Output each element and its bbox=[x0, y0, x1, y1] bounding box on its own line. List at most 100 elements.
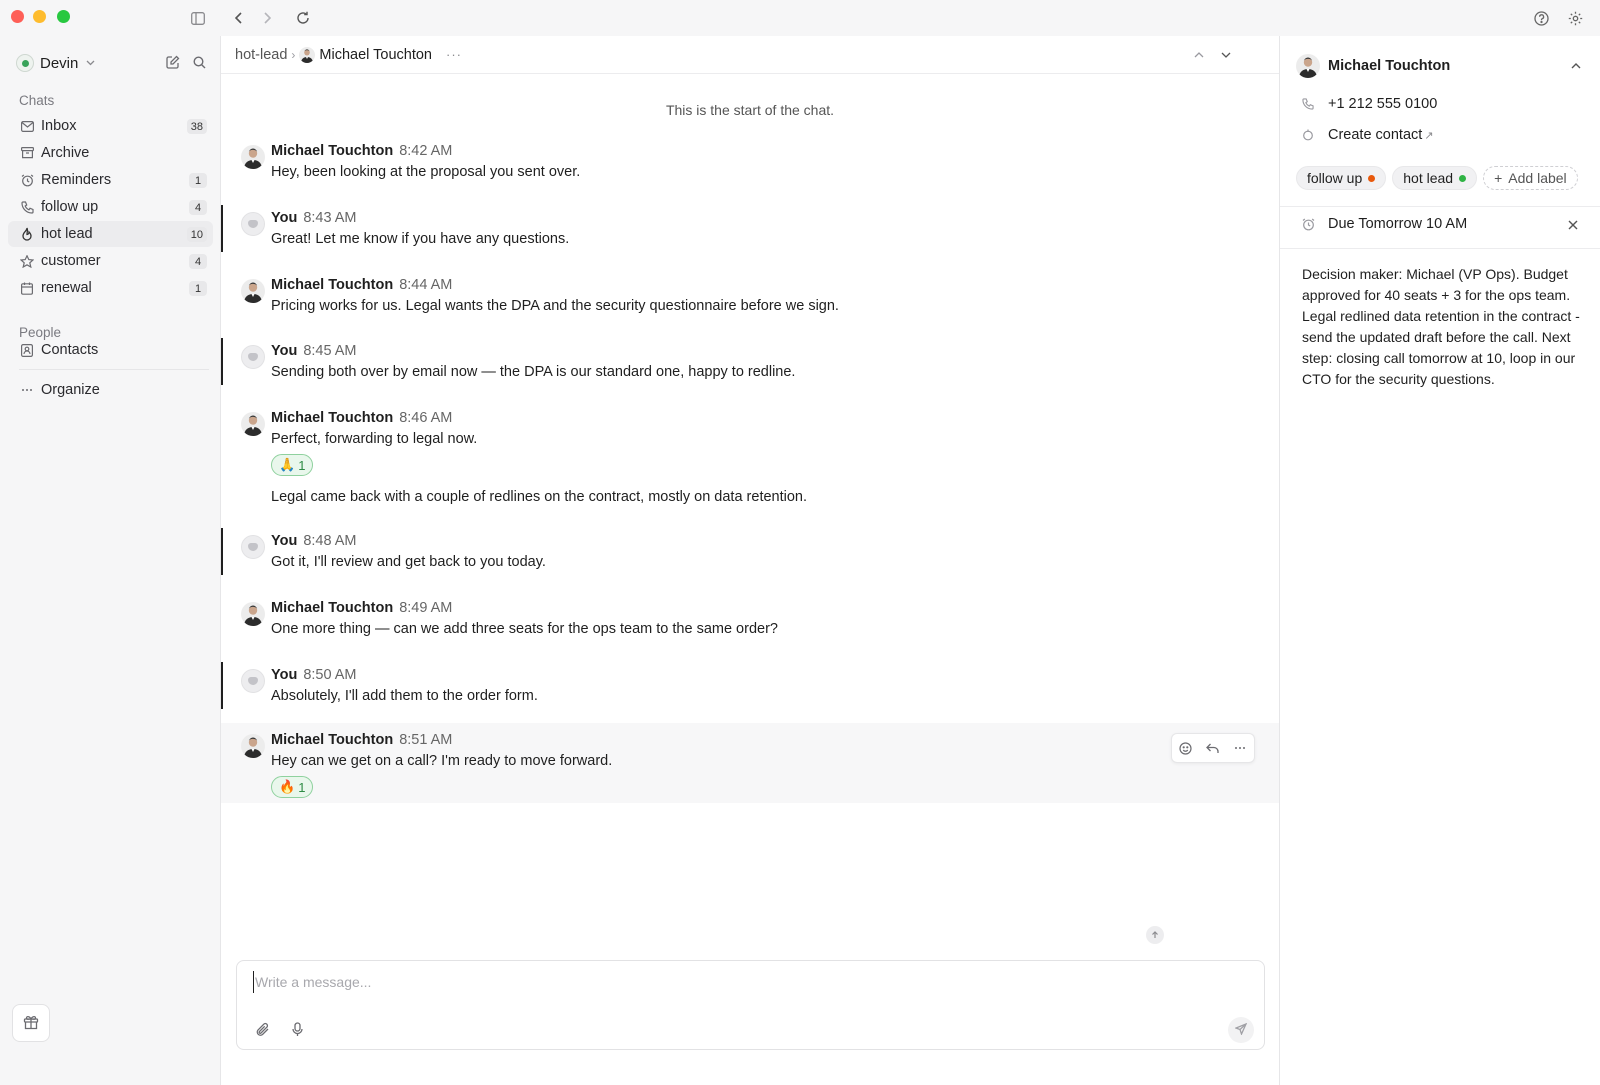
sidebar-item-label: Organize bbox=[41, 382, 100, 398]
sidebar-item-label: Archive bbox=[41, 145, 90, 161]
more-options-icon[interactable]: ··· bbox=[446, 47, 462, 62]
message-item[interactable]: Michael Touchton 8:46 AM Perfect, forward… bbox=[221, 405, 1279, 515]
reaction-chip[interactable]: 🙏 1 bbox=[271, 454, 314, 476]
account-switcher[interactable]: Devin bbox=[16, 52, 95, 74]
reaction-count: 1 bbox=[298, 457, 306, 473]
send-arrow-icon bbox=[1234, 1022, 1248, 1038]
sidebar-item-renewal[interactable]: renewal 1 bbox=[8, 275, 213, 301]
zoom-window-button[interactable] bbox=[57, 10, 70, 23]
title-bar bbox=[0, 0, 1600, 36]
phone-icon bbox=[1300, 96, 1316, 112]
message-time: 8:45 AM bbox=[303, 343, 357, 359]
sidebar-divider bbox=[19, 369, 209, 370]
sidebar-item-reminders[interactable]: Reminders 1 bbox=[8, 167, 213, 193]
message-item[interactable]: Michael Touchton 8:44 AM Pricing works fo… bbox=[221, 272, 1279, 322]
count-badge: 1 bbox=[189, 281, 207, 296]
label-text: hot lead bbox=[1403, 170, 1454, 186]
message-time: 8:43 AM bbox=[303, 210, 357, 226]
message-text: Legal came back with a couple of redline… bbox=[271, 489, 808, 505]
sender-name: You bbox=[271, 210, 298, 226]
sidebar-item-label: renewal bbox=[41, 280, 92, 296]
chevron-down-icon bbox=[86, 58, 95, 69]
message-item[interactable]: You 8:50 AM Absolutely, I'll add them to … bbox=[221, 662, 1279, 709]
message-text: Hey can we get on a call? I'm ready to m… bbox=[271, 753, 613, 769]
message-item[interactable]: You 8:48 AM Got it, I'll review and get b… bbox=[221, 528, 1279, 575]
label-chip-follow-up[interactable]: follow up bbox=[1296, 166, 1387, 190]
chat-start-note: This is the start of the chat. bbox=[665, 102, 835, 118]
create-contact-link[interactable]: Create contact ↗ bbox=[1300, 127, 1434, 143]
avatar bbox=[241, 734, 265, 758]
sidebar-item-follow-up[interactable]: follow up 4 bbox=[8, 194, 213, 220]
more-options-icon[interactable] bbox=[1231, 739, 1249, 757]
forward-arrow-icon[interactable] bbox=[257, 8, 277, 28]
reaction-emoji: 🔥 bbox=[279, 779, 296, 794]
calendar-icon bbox=[19, 280, 35, 296]
star-icon bbox=[19, 253, 35, 269]
close-icon[interactable] bbox=[1566, 218, 1580, 232]
archive-icon bbox=[19, 145, 35, 161]
reminder-row[interactable]: Due Tomorrow 10 AM bbox=[1300, 216, 1467, 232]
contact-card-icon bbox=[19, 342, 35, 358]
label-color-dot bbox=[1459, 174, 1467, 182]
contact-phone-row[interactable]: +1 212 555 0100 bbox=[1300, 96, 1437, 112]
sender-name: Michael Touchton bbox=[271, 732, 394, 748]
attachment-paperclip-icon[interactable] bbox=[253, 1019, 273, 1039]
message-item[interactable]: Michael Touchton 8:42 AM Hey, been lookin… bbox=[221, 138, 1279, 188]
label-chip-hot-lead[interactable]: hot lead bbox=[1392, 166, 1478, 190]
message-item[interactable]: Michael Touchton 8:51 AM Hey can we get o… bbox=[221, 723, 1279, 803]
alarm-clock-icon bbox=[19, 172, 35, 188]
panel-divider bbox=[1280, 248, 1600, 249]
sidebar-item-organize[interactable]: Organize bbox=[8, 377, 213, 403]
refresh-icon[interactable] bbox=[293, 8, 313, 28]
search-icon[interactable] bbox=[190, 53, 208, 71]
message-item[interactable]: You 8:45 AM Sending both over by email no… bbox=[221, 338, 1279, 385]
compose-icon[interactable] bbox=[164, 53, 182, 71]
scroll-up-arrow-icon[interactable] bbox=[1146, 926, 1164, 944]
message-composer bbox=[236, 960, 1265, 1050]
sidebar-item-archive[interactable]: Archive bbox=[8, 140, 213, 166]
chevron-down-icon[interactable] bbox=[1218, 47, 1234, 63]
reminder-text: Due Tomorrow 10 AM bbox=[1328, 216, 1468, 232]
message-text: Got it, I'll review and get back to you … bbox=[271, 554, 546, 570]
message-item[interactable]: You 8:43 AM Great! Let me know if you hav… bbox=[221, 205, 1279, 252]
sidebar-item-hot-lead[interactable]: hot lead 10 bbox=[8, 221, 213, 247]
message-item[interactable]: Michael Touchton 8:49 AM One more thing —… bbox=[221, 595, 1279, 645]
sidebar-item-inbox[interactable]: Inbox 38 bbox=[8, 113, 213, 139]
message-time: 8:50 AM bbox=[303, 667, 357, 683]
contact-notes[interactable]: Decision maker: Michael (VP Ops). Budget… bbox=[1302, 264, 1586, 390]
microphone-icon[interactable] bbox=[287, 1019, 307, 1039]
minimize-window-button[interactable] bbox=[33, 10, 46, 23]
sidebar-item-customer[interactable]: customer 4 bbox=[8, 248, 213, 274]
chevron-right-icon: › bbox=[291, 47, 296, 62]
settings-gear-icon[interactable] bbox=[1565, 8, 1585, 28]
sidebar-toggle-icon[interactable] bbox=[188, 8, 208, 28]
more-dots-icon bbox=[19, 382, 35, 398]
label-list: follow up hot lead + Add label bbox=[1296, 166, 1578, 190]
count-badge: 10 bbox=[186, 227, 207, 242]
contact-header: Michael Touchton bbox=[1296, 54, 1450, 78]
emoji-reaction-icon[interactable] bbox=[1177, 739, 1195, 757]
sidebar-item-contacts[interactable]: Contacts bbox=[8, 337, 213, 363]
add-label-button[interactable]: + Add label bbox=[1483, 166, 1578, 190]
message-text: One more thing — can we add three seats … bbox=[271, 621, 778, 637]
gift-button[interactable] bbox=[12, 1004, 50, 1042]
avatar bbox=[241, 145, 265, 169]
chevron-up-icon[interactable] bbox=[1191, 47, 1207, 63]
contact-phone: +1 212 555 0100 bbox=[1328, 96, 1438, 112]
sidebar-item-label: customer bbox=[41, 253, 101, 269]
breadcrumb-parent[interactable]: hot-lead bbox=[235, 47, 287, 63]
reply-icon[interactable] bbox=[1204, 739, 1222, 757]
avatar bbox=[1296, 54, 1320, 78]
create-contact-label: Create contact bbox=[1328, 127, 1423, 143]
gift-icon bbox=[23, 1014, 39, 1033]
help-icon[interactable] bbox=[1531, 8, 1551, 28]
reaction-chip[interactable]: 🔥 1 bbox=[271, 776, 314, 798]
avatar bbox=[241, 412, 265, 436]
reaction-emoji: 🙏 bbox=[279, 457, 296, 472]
sidebar-item-label: hot lead bbox=[41, 226, 93, 242]
send-button[interactable] bbox=[1228, 1017, 1254, 1043]
back-arrow-icon[interactable] bbox=[229, 8, 249, 28]
message-input[interactable] bbox=[253, 971, 1153, 993]
close-window-button[interactable] bbox=[11, 10, 24, 23]
chevron-up-icon[interactable] bbox=[1568, 58, 1584, 74]
